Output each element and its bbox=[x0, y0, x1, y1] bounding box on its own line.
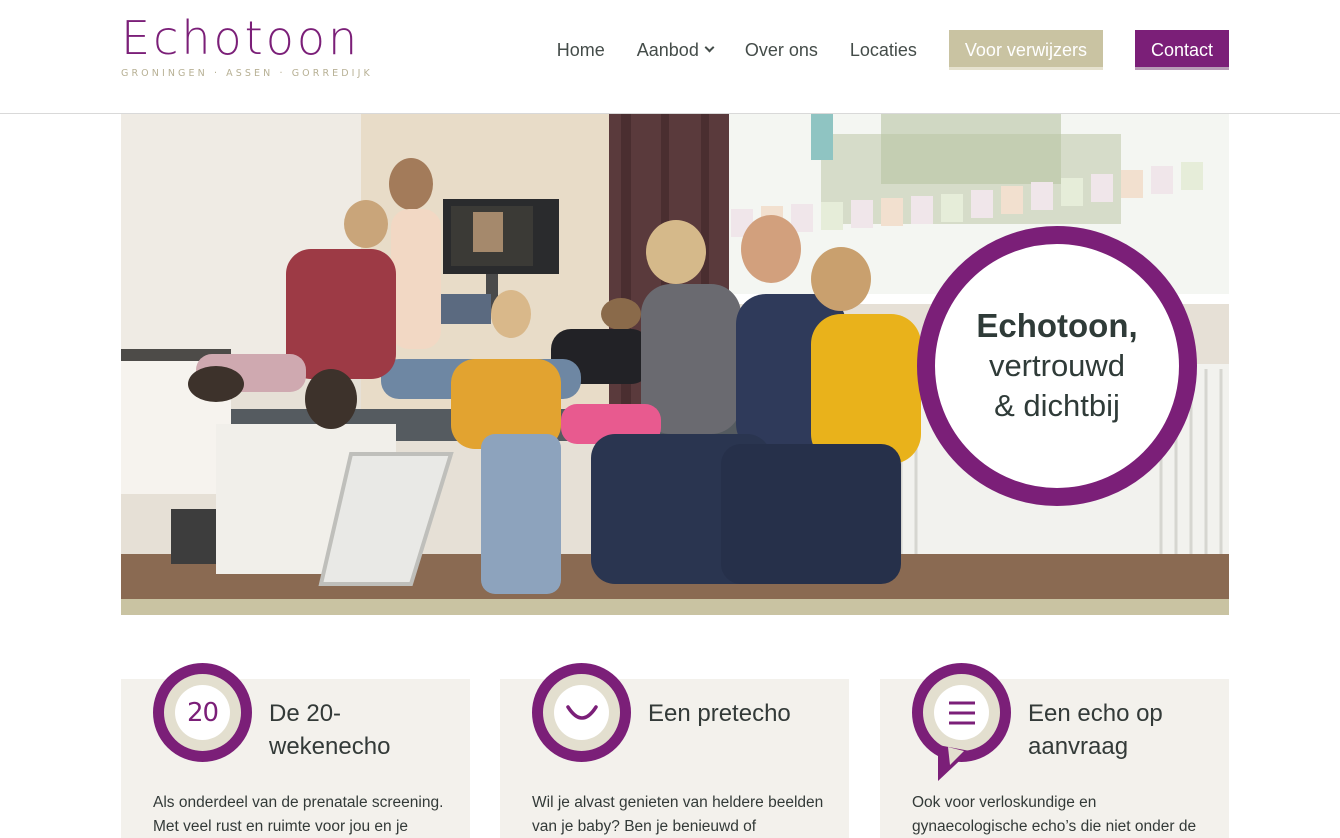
hero-tagline-line2: vertrouwd bbox=[988, 348, 1126, 383]
menu-lines-glyph bbox=[948, 701, 975, 724]
logo-locations: GRONINGEN · ASSEN · GORREDIJK bbox=[121, 68, 373, 79]
site-header: Echotoon GRONINGEN · ASSEN · GORREDIJK H… bbox=[0, 0, 1340, 114]
main-nav: Home Aanbod Over ons Locaties Voor verwi… bbox=[557, 30, 1229, 70]
card-title[interactable]: Een echo op aanvraag bbox=[1028, 697, 1218, 763]
hero-tagline-bold: Echotoon, bbox=[976, 307, 1138, 344]
hero-tagline-badge: Echotoon, vertrouwd & dichtbij bbox=[917, 226, 1197, 506]
card-title[interactable]: Een pretecho bbox=[648, 697, 838, 730]
card-pretecho[interactable]: Een pretecho Wil je alvast genieten van … bbox=[500, 663, 849, 838]
card-20-wekenecho[interactable]: 20 De 20-wekenecho Als onderdeel van de … bbox=[121, 663, 470, 838]
card-echo-op-aanvraag[interactable]: Een echo op aanvraag Ook voor verloskund… bbox=[880, 663, 1229, 838]
chevron-down-icon bbox=[704, 42, 715, 53]
nav-over-ons-label: Over ons bbox=[744, 40, 818, 60]
nav-aanbod-label: Aanbod bbox=[636, 40, 699, 60]
echotoon-logo[interactable]: Echotoon GRONINGEN · ASSEN · GORREDIJK bbox=[121, 12, 381, 82]
smile-glyph bbox=[565, 704, 598, 720]
contact-button[interactable]: Contact bbox=[1134, 30, 1229, 70]
20-number-icon: 20 bbox=[153, 663, 252, 762]
icon-number-text: 20 bbox=[186, 697, 219, 728]
card-text: Wil je alvast genieten van heldere beeld… bbox=[532, 794, 824, 835]
nav-home-label: Home bbox=[556, 40, 605, 60]
smile-icon bbox=[532, 663, 631, 762]
speech-bubble-tail bbox=[938, 745, 970, 781]
card-text: Als onderdeel van de prenatale screening… bbox=[153, 794, 444, 835]
nav-locaties[interactable]: Locaties bbox=[850, 30, 917, 70]
hero-accent-band bbox=[121, 599, 1229, 615]
hero-tagline-line3: & dichtbij bbox=[994, 388, 1120, 423]
logo-wordmark: Echotoon bbox=[121, 11, 361, 65]
voor-verwijzers-button[interactable]: Voor verwijzers bbox=[948, 30, 1103, 70]
nav-aanbod[interactable]: Aanbod bbox=[636, 30, 715, 70]
card-text: Ook voor verloskundige en gynaecologisch… bbox=[912, 794, 1197, 835]
card-title[interactable]: De 20-wekenecho bbox=[269, 697, 459, 763]
nav-locaties-label: Locaties bbox=[849, 40, 917, 60]
nav-over-ons[interactable]: Over ons bbox=[745, 30, 818, 70]
nav-home[interactable]: Home bbox=[557, 30, 605, 70]
